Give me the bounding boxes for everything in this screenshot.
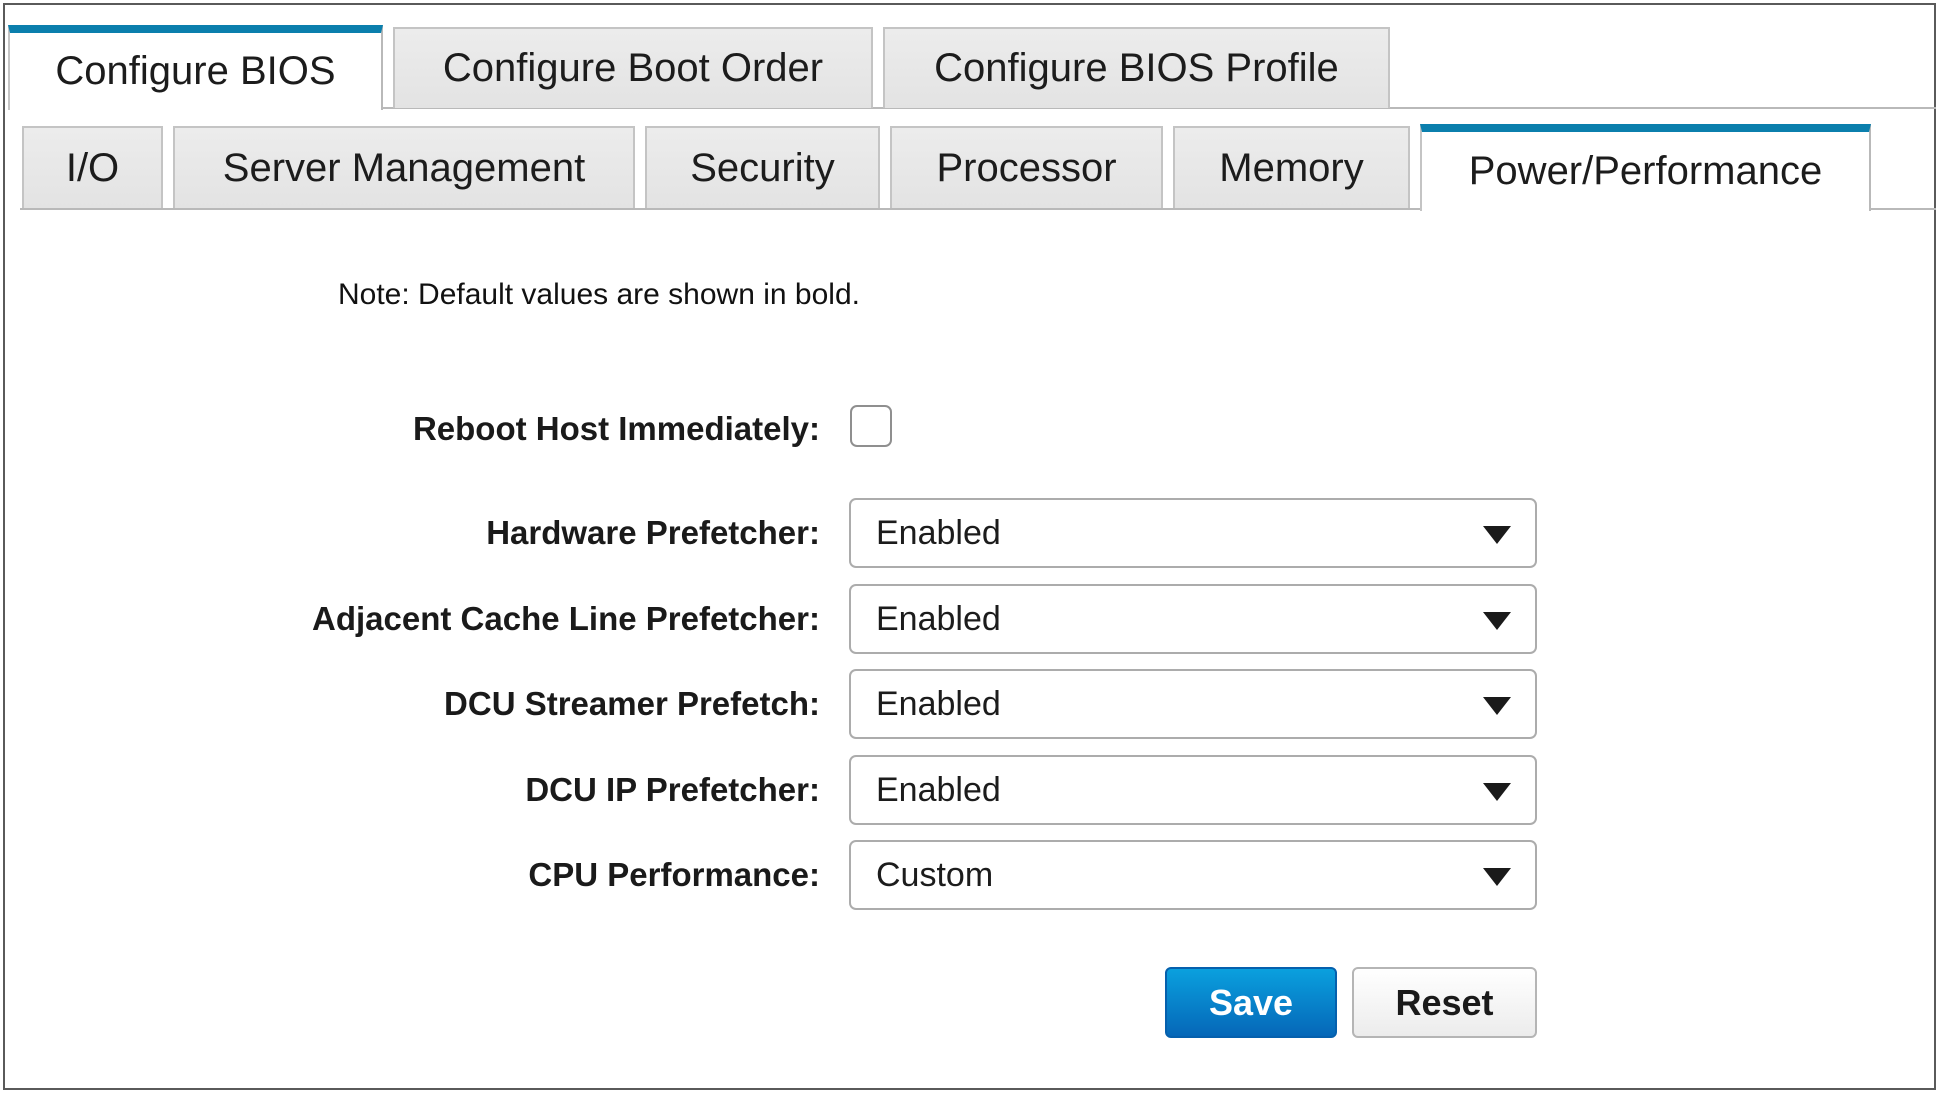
dcu-ip-prefetcher-label: DCU IP Prefetcher: [525, 771, 820, 808]
tab-configure-boot-order[interactable]: Configure Boot Order [393, 27, 873, 108]
dropdown-arrow-icon [1483, 612, 1511, 630]
subtab-server-management[interactable]: Server Management [173, 126, 635, 208]
select-value: Enabled [876, 514, 1001, 552]
subtab-memory[interactable]: Memory [1173, 126, 1410, 208]
tab-label: Configure Boot Order [442, 46, 824, 90]
select-value: Enabled [876, 685, 1001, 723]
subtab-security[interactable]: Security [645, 126, 880, 208]
hardware-prefetcher-select[interactable]: Enabled [849, 498, 1537, 568]
dcu-ip-prefetcher-select[interactable]: Enabled [849, 755, 1537, 825]
tab-label: I/O [65, 145, 120, 190]
reset-button[interactable]: Reset [1352, 967, 1537, 1038]
dcu-streamer-prefetch-label: DCU Streamer Prefetch: [444, 685, 820, 722]
reboot-host-checkbox[interactable] [850, 405, 892, 447]
reboot-host-label: Reboot Host Immediately: [412, 410, 820, 447]
subtab-power-performance[interactable]: Power/Performance [1420, 124, 1871, 211]
tab-label: Server Management [222, 145, 586, 190]
sub-tab-bar: I/O Server Management Security Processor… [0, 124, 1941, 211]
tab-configure-bios[interactable]: Configure BIOS [8, 25, 383, 110]
adjacent-cache-line-prefetcher-label: Adjacent Cache Line Prefetcher: [312, 600, 820, 637]
tab-label: Security [690, 145, 835, 190]
subtab-io[interactable]: I/O [22, 126, 163, 208]
dropdown-arrow-icon [1483, 783, 1511, 801]
tab-label: Processor [936, 145, 1117, 190]
dcu-streamer-prefetch-select[interactable]: Enabled [849, 669, 1537, 739]
cpu-performance-label: CPU Performance: [528, 856, 820, 893]
select-value: Enabled [876, 771, 1001, 809]
tab-label: Power/Performance [1468, 149, 1823, 193]
select-value: Custom [876, 856, 994, 894]
cpu-performance-select[interactable]: Custom [849, 840, 1537, 910]
adjacent-cache-line-prefetcher-select[interactable]: Enabled [849, 584, 1537, 654]
tab-label: Memory [1219, 145, 1364, 190]
dropdown-arrow-icon [1483, 697, 1511, 715]
dropdown-arrow-icon [1483, 526, 1511, 544]
tab-label: Configure BIOS [55, 49, 336, 93]
hardware-prefetcher-label: Hardware Prefetcher: [486, 514, 820, 551]
tab-label: Configure BIOS Profile [934, 46, 1339, 90]
top-tab-bar: Configure BIOS Configure Boot Order Conf… [0, 25, 1941, 110]
subtab-processor[interactable]: Processor [890, 126, 1163, 208]
tab-configure-bios-profile[interactable]: Configure BIOS Profile [883, 27, 1390, 108]
default-values-note: Note: Default values are shown in bold. [338, 278, 860, 311]
dropdown-arrow-icon [1483, 868, 1511, 886]
save-button[interactable]: Save [1165, 967, 1337, 1038]
select-value: Enabled [876, 600, 1001, 638]
